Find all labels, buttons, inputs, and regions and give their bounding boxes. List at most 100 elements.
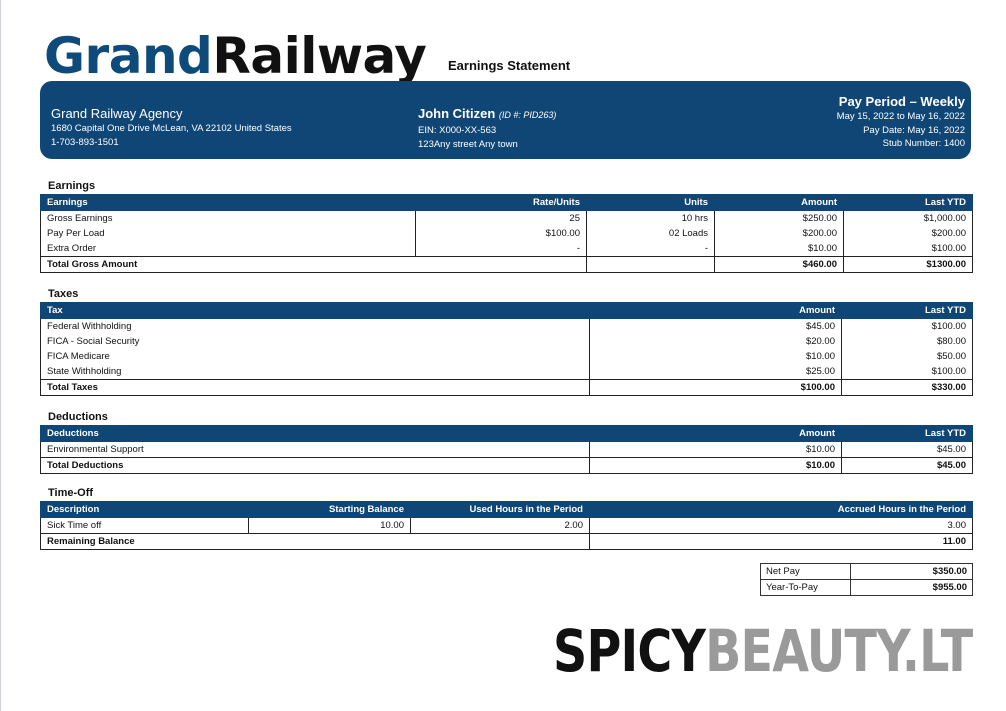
table-cell: $200.00 bbox=[714, 226, 844, 241]
pay-period-range: May 15, 2022 to May 16, 2022 bbox=[836, 111, 965, 122]
table-row: FICA Medicare $10.00 $50.00 bbox=[40, 349, 973, 364]
table-cell: $45.00 bbox=[589, 318, 842, 334]
total-label: Total Taxes bbox=[40, 379, 590, 396]
table-cell: FICA - Social Security bbox=[40, 334, 590, 349]
total-row: Remaining Balance 11.00 bbox=[40, 533, 973, 550]
company-address: 1680 Capital One Drive McLean, VA 22102 … bbox=[51, 123, 292, 134]
watermark-part1: SPICY bbox=[552, 617, 706, 685]
net-pay-row: Net Pay $350.00 bbox=[760, 563, 973, 580]
table-cell: $100.00 bbox=[415, 226, 587, 241]
table-cell: $100.00 bbox=[841, 364, 973, 380]
total-amount: $460.00 bbox=[714, 256, 844, 273]
employee-info: John Citizen (ID #: PID263) EIN: X000-XX… bbox=[418, 105, 556, 151]
table-cell: $100.00 bbox=[843, 241, 973, 257]
table-row: Pay Per Load $100.00 02 Loads $200.00 $2… bbox=[40, 226, 973, 241]
table-cell: FICA Medicare bbox=[40, 349, 590, 364]
table-cell: $200.00 bbox=[843, 226, 973, 241]
column-header: Used Hours in the Period bbox=[410, 501, 590, 518]
table-row: FICA - Social Security $20.00 $80.00 bbox=[40, 334, 973, 349]
column-header: Accrued Hours in the Period bbox=[589, 501, 973, 518]
table-cell: $25.00 bbox=[589, 364, 842, 380]
net-pay-label: Net Pay bbox=[760, 563, 851, 580]
timeoff-section-title: Time-Off bbox=[48, 487, 94, 499]
table-cell: $100.00 bbox=[841, 318, 973, 334]
column-header: Last YTD bbox=[843, 194, 973, 211]
deductions-section-title: Deductions bbox=[48, 411, 108, 423]
column-header: Amount bbox=[589, 425, 842, 442]
column-header: Last YTD bbox=[841, 425, 973, 442]
column-header: Deductions bbox=[40, 425, 590, 442]
net-pay-summary: Net Pay $350.00 Year-To-Pay $955.00 bbox=[760, 563, 973, 596]
total-row: Total Deductions $10.00 $45.00 bbox=[40, 457, 973, 474]
table-cell: 3.00 bbox=[589, 517, 973, 534]
table-cell: - bbox=[586, 241, 715, 257]
column-header: Starting Balance bbox=[248, 501, 411, 518]
taxes-header-row: Tax Amount Last YTD bbox=[40, 302, 973, 319]
earnings-header-row: Earnings Rate/Units Units Amount Last YT… bbox=[40, 194, 973, 211]
table-row: Federal Withholding $45.00 $100.00 bbox=[40, 318, 973, 334]
brand-logo-part2: Railway bbox=[212, 27, 427, 85]
table-cell: Pay Per Load bbox=[40, 226, 416, 241]
table-cell: State Withholding bbox=[40, 364, 590, 380]
column-header: Rate/Units bbox=[415, 194, 587, 211]
table-cell: - bbox=[415, 241, 587, 257]
table-cell: $50.00 bbox=[841, 349, 973, 364]
company-info: Grand Railway Agency 1680 Capital One Dr… bbox=[51, 105, 292, 149]
total-label: Total Gross Amount bbox=[40, 256, 587, 273]
total-ytd: $45.00 bbox=[841, 457, 973, 474]
company-phone: 1-703-893-1501 bbox=[51, 136, 119, 148]
table-row: Sick Time off 10.00 2.00 3.00 bbox=[40, 517, 973, 534]
timeoff-table: Description Starting Balance Used Hours … bbox=[40, 501, 973, 550]
header-banner: Grand Railway Agency 1680 Capital One Dr… bbox=[40, 81, 971, 159]
total-ytd: $1300.00 bbox=[843, 256, 973, 273]
total-row: Total Gross Amount $460.00 $1300.00 bbox=[40, 256, 973, 273]
column-header: Description bbox=[40, 501, 249, 518]
year-to-pay-label: Year-To-Pay bbox=[760, 579, 851, 596]
taxes-table: Tax Amount Last YTD Federal Withholding … bbox=[40, 302, 973, 396]
pay-date: Pay Date: May 16, 2022 bbox=[863, 124, 965, 136]
table-row: Gross Earnings 25 10 hrs $250.00 $1,000.… bbox=[40, 210, 973, 226]
pay-period-info: Pay Period – Weekly May 15, 2022 to May … bbox=[837, 93, 965, 151]
table-cell: Federal Withholding bbox=[40, 318, 590, 334]
total-row: Total Taxes $100.00 $330.00 bbox=[40, 379, 973, 396]
brand-logo-part1: Grand bbox=[44, 27, 213, 85]
table-cell: 02 Loads bbox=[586, 226, 715, 241]
table-cell: $10.00 bbox=[589, 441, 842, 458]
timeoff-header-row: Description Starting Balance Used Hours … bbox=[40, 501, 973, 518]
table-cell: $10.00 bbox=[714, 241, 844, 257]
column-header: Amount bbox=[589, 302, 842, 319]
earnings-section-title: Earnings bbox=[48, 180, 96, 192]
table-cell: $80.00 bbox=[841, 334, 973, 349]
table-cell: $250.00 bbox=[714, 210, 844, 226]
table-row: State Withholding $25.00 $100.00 bbox=[40, 364, 973, 380]
total-label: Total Deductions bbox=[40, 457, 590, 474]
total-label: Remaining Balance bbox=[40, 533, 590, 550]
employee-name: John Citizen bbox=[418, 106, 496, 121]
earnings-table: Earnings Rate/Units Units Amount Last YT… bbox=[40, 194, 973, 273]
column-header: Earnings bbox=[40, 194, 416, 211]
employee-ein: EIN: X000-XX-563 bbox=[418, 125, 497, 136]
taxes-section-title: Taxes bbox=[48, 288, 79, 300]
stub-number: Stub Number: 1400 bbox=[882, 138, 965, 149]
total-value: 11.00 bbox=[589, 533, 973, 550]
deductions-table: Deductions Amount Last YTD Environmental… bbox=[40, 425, 973, 474]
total-amount: $10.00 bbox=[589, 457, 842, 474]
table-cell bbox=[586, 256, 715, 273]
year-to-pay-row: Year-To-Pay $955.00 bbox=[760, 579, 973, 596]
table-cell: Gross Earnings bbox=[40, 210, 416, 226]
pay-period-title: Pay Period – Weekly bbox=[838, 94, 965, 109]
column-header: Amount bbox=[714, 194, 844, 211]
deductions-header-row: Deductions Amount Last YTD bbox=[40, 425, 973, 442]
brand-logo: GrandRailway bbox=[44, 26, 427, 86]
watermark-part2: BEAUTY.LT bbox=[704, 617, 973, 685]
table-cell: Extra Order bbox=[40, 241, 416, 257]
column-header: Tax bbox=[40, 302, 590, 319]
table-cell: Sick Time off bbox=[40, 517, 249, 534]
year-to-pay-value: $955.00 bbox=[850, 579, 973, 596]
table-cell: $1,000.00 bbox=[843, 210, 973, 226]
column-header: Last YTD bbox=[841, 302, 973, 319]
table-row: Environmental Support $10.00 $45.00 bbox=[40, 441, 973, 458]
table-cell: $10.00 bbox=[589, 349, 842, 364]
page-edge bbox=[0, 0, 1, 711]
total-ytd: $330.00 bbox=[841, 379, 973, 396]
